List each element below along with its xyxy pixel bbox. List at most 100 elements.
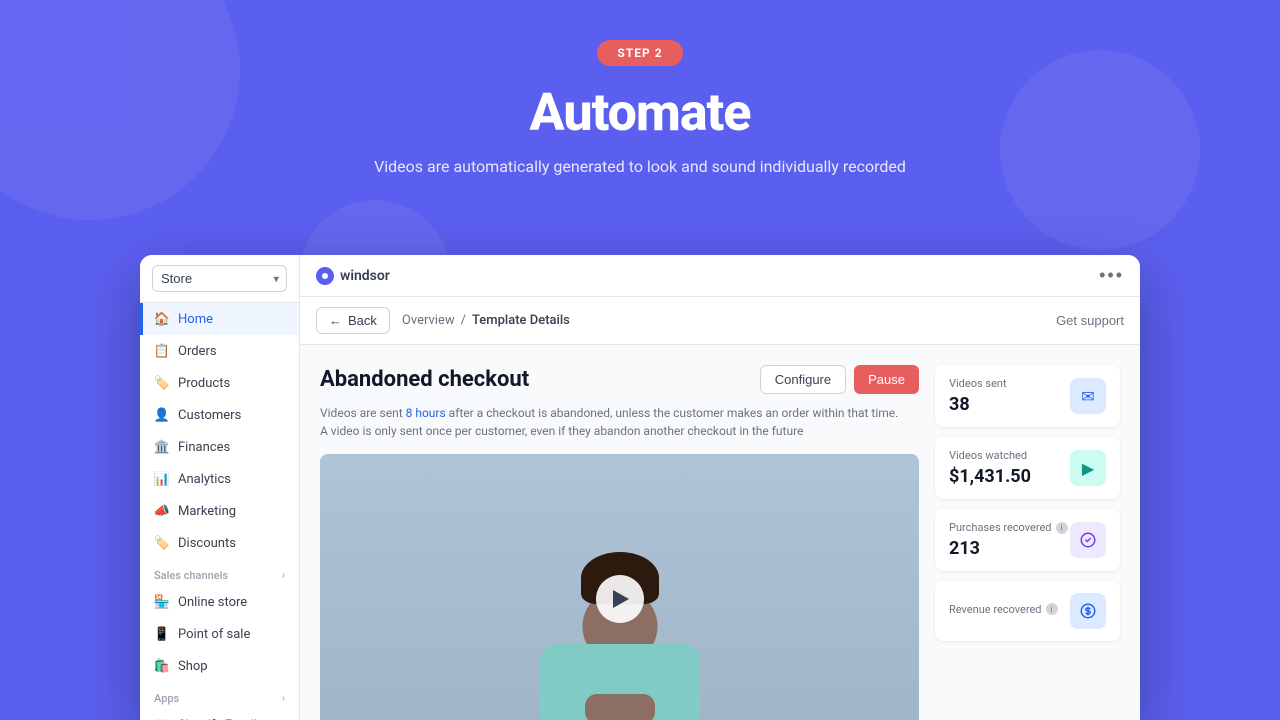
campaign-description: Videos are sent 8 hours after a checkout… [320,404,919,440]
campaign-desc-line2: A video is only sent once per customer, … [320,422,919,440]
page-title: Automate [0,82,1280,143]
sidebar: Store 🏠 Home 📋 Orders 🏷️ Products 👤 Cust… [140,255,300,720]
finances-icon: 🏛️ [154,439,170,455]
topbar-right: ••• [1099,265,1124,286]
nav-discounts[interactable]: 🏷️ Discounts [140,527,299,559]
nav-home[interactable]: 🏠 Home [140,303,299,335]
stat-revenue-recovered-label: Revenue recovered i [949,603,1058,616]
apps-label: Apps [154,692,179,705]
get-support-button[interactable]: Get support [1056,313,1124,328]
marketing-icon: 📣 [154,503,170,519]
windsor-logo: windsor [316,267,390,285]
store-selector[interactable]: Store [140,255,299,303]
nav-products[interactable]: 🏷️ Products [140,367,299,399]
main-content: windsor ••• ← Back Overview / Template D… [300,255,1140,720]
campaign-title: Abandoned checkout [320,367,529,392]
nav-customers-label: Customers [178,408,241,423]
content-header: ← Back Overview / Template Details Get s… [300,297,1140,345]
nav-shop[interactable]: 🛍️ Shop [140,650,299,682]
online-store-icon: 🏪 [154,594,170,610]
stat-card-revenue-recovered: Revenue recovered i [935,581,1120,641]
orders-icon: 📋 [154,343,170,359]
breadcrumb-current: Template Details [472,313,570,328]
stat-videos-sent-info: Videos sent 38 [949,377,1007,415]
header-section: STEP 2 Automate Videos are automatically… [0,0,1280,176]
nav-orders[interactable]: 📋 Orders [140,335,299,367]
stat-videos-watched-label: Videos watched [949,449,1031,462]
highlight-hours: 8 hours [406,406,446,420]
video-container[interactable] [320,454,919,720]
nav-point-of-sale[interactable]: 📱 Point of sale [140,618,299,650]
app-window: Store 🏠 Home 📋 Orders 🏷️ Products 👤 Cust… [140,255,1140,720]
nav-online-store[interactable]: 🏪 Online store [140,586,299,618]
back-button-label: Back [348,313,377,328]
discounts-icon: 🏷️ [154,535,170,551]
topbar-left: windsor [316,267,390,285]
page-content: Abandoned checkout Configure Pause Video… [300,345,1140,720]
revenue-svg-icon [1079,602,1097,620]
nav-orders-label: Orders [178,344,217,359]
nav-analytics[interactable]: 📊 Analytics [140,463,299,495]
nav-customers[interactable]: 👤 Customers [140,399,299,431]
point-of-sale-icon: 📱 [154,626,170,642]
stat-revenue-recovered-icon [1070,593,1106,629]
stat-videos-watched-icon: ▶ [1070,450,1106,486]
stat-purchases-recovered-info: Purchases recovered i 213 [949,521,1068,559]
stat-card-purchases-recovered: Purchases recovered i 213 [935,509,1120,571]
nav-finances[interactable]: 🏛️ Finances [140,431,299,463]
person-hands [585,694,655,720]
nav-finances-label: Finances [178,440,230,455]
step-badge: STEP 2 [597,40,682,66]
nav-shop-label: Shop [178,659,208,674]
back-button[interactable]: ← Back [316,307,390,334]
campaign-actions: Configure Pause [760,365,919,394]
shop-icon: 🛍️ [154,658,170,674]
stat-purchases-recovered-value: 213 [949,538,1068,559]
breadcrumb-separator: / [461,313,466,328]
play-triangle-icon [613,590,629,608]
page-content-inner: Abandoned checkout Configure Pause Video… [320,365,1120,720]
campaign-desc-line1: Videos are sent 8 hours after a checkout… [320,404,919,422]
stat-videos-watched-value: $1,431.50 [949,466,1031,487]
logo-svg [320,271,330,281]
apps-header[interactable]: Apps › [140,682,299,709]
campaign-header: Abandoned checkout Configure Pause [320,365,919,394]
sales-channels-expand-icon: › [282,570,285,581]
stat-purchases-recovered-icon [1070,522,1106,558]
nav-analytics-label: Analytics [178,472,231,487]
store-select[interactable]: Store [152,265,287,292]
nav-marketing[interactable]: 📣 Marketing [140,495,299,527]
nav-home-label: Home [178,312,213,327]
breadcrumb-overview[interactable]: Overview [402,313,455,328]
purchases-recovered-info-icon[interactable]: i [1056,522,1068,534]
stat-videos-sent-label: Videos sent [949,377,1007,390]
revenue-recovered-info-icon[interactable]: i [1046,603,1058,615]
stat-purchases-recovered-label: Purchases recovered i [949,521,1068,534]
breadcrumb: Overview / Template Details [402,313,570,328]
logo-icon [316,267,334,285]
nav-discounts-label: Discounts [178,536,236,551]
stat-videos-watched-info: Videos watched $1,431.50 [949,449,1031,487]
sales-channels-label: Sales channels [154,569,228,582]
breadcrumb-nav: ← Back Overview / Template Details [316,307,570,334]
stat-revenue-recovered-info: Revenue recovered i [949,603,1058,620]
pause-button[interactable]: Pause [854,365,919,394]
left-column: Abandoned checkout Configure Pause Video… [320,365,919,720]
nav-products-label: Products [178,376,230,391]
logo-text: windsor [340,268,390,284]
nav-online-store-label: Online store [178,595,247,610]
sales-channels-header[interactable]: Sales channels › [140,559,299,586]
play-button[interactable] [596,575,644,623]
analytics-icon: 📊 [154,471,170,487]
home-icon: 🏠 [154,311,170,327]
back-arrow-icon: ← [329,313,342,328]
topbar: windsor ••• [300,255,1140,297]
customers-icon: 👤 [154,407,170,423]
stat-card-videos-watched: Videos watched $1,431.50 ▶ [935,437,1120,499]
nav-shopify-email[interactable]: ✉️ Shopify Email [140,709,299,720]
apps-expand-icon: › [282,693,285,704]
configure-button[interactable]: Configure [760,365,846,394]
recovered-svg-icon [1079,531,1097,549]
more-button[interactable]: ••• [1099,265,1124,286]
stat-videos-sent-value: 38 [949,394,1007,415]
